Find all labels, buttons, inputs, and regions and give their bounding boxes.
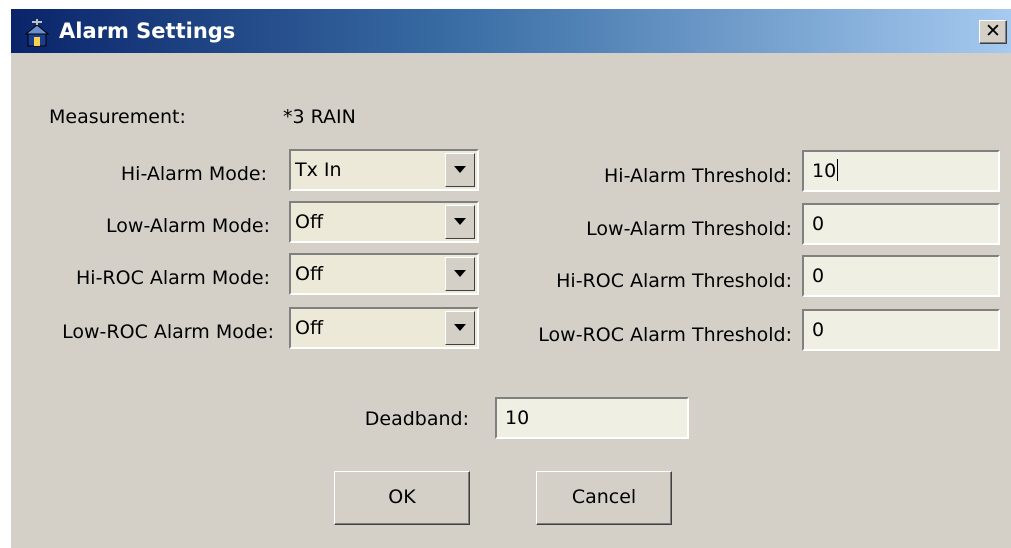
hi-alarm-mode-label: Hi-Alarm Mode: bbox=[120, 163, 267, 185]
low-alarm-threshold-value: 0 bbox=[812, 213, 825, 235]
alarm-settings-dialog: Alarm Settings ✕ Measurement: *3 RAIN Hi… bbox=[10, 8, 1011, 548]
low-roc-alarm-threshold-label: Low-ROC Alarm Threshold: bbox=[538, 324, 792, 346]
cancel-button[interactable]: Cancel bbox=[536, 471, 672, 525]
hi-roc-alarm-mode-dropdown-button[interactable] bbox=[445, 257, 475, 291]
ok-button[interactable]: OK bbox=[334, 471, 470, 525]
low-roc-alarm-mode-label: Low-ROC Alarm Mode: bbox=[62, 321, 274, 343]
hi-roc-alarm-threshold-label: Hi-ROC Alarm Threshold: bbox=[556, 270, 792, 292]
chevron-down-icon bbox=[454, 166, 466, 173]
low-roc-alarm-mode-dropdown-button[interactable] bbox=[445, 311, 475, 345]
low-roc-alarm-threshold-value: 0 bbox=[812, 319, 825, 341]
low-alarm-mode-label: Low-Alarm Mode: bbox=[106, 215, 270, 237]
hi-alarm-threshold-value: 10 bbox=[812, 160, 837, 182]
hi-roc-alarm-mode-value: Off bbox=[295, 263, 324, 285]
low-alarm-mode-dropdown-button[interactable] bbox=[445, 205, 475, 239]
low-alarm-threshold-field[interactable]: 0 bbox=[802, 203, 1000, 245]
low-roc-alarm-mode-select[interactable]: Off bbox=[289, 307, 479, 349]
chevron-down-icon bbox=[454, 270, 466, 277]
hi-roc-alarm-threshold-value: 0 bbox=[812, 265, 825, 287]
hi-alarm-mode-dropdown-button[interactable] bbox=[445, 153, 475, 187]
close-button[interactable]: ✕ bbox=[979, 20, 1007, 44]
close-icon: ✕ bbox=[985, 20, 1001, 42]
low-alarm-mode-select[interactable]: Off bbox=[289, 201, 479, 243]
hi-alarm-threshold-field[interactable]: 10 bbox=[802, 150, 1000, 192]
hi-alarm-threshold-label: Hi-Alarm Threshold: bbox=[604, 165, 792, 187]
deadband-value: 10 bbox=[505, 407, 530, 429]
low-alarm-threshold-label: Low-Alarm Threshold: bbox=[586, 218, 792, 240]
measurement-label: Measurement: bbox=[49, 106, 186, 128]
low-roc-alarm-mode-value: Off bbox=[295, 317, 324, 339]
window-title: Alarm Settings bbox=[59, 19, 236, 43]
chevron-down-icon bbox=[454, 324, 466, 331]
antenna-house-icon bbox=[25, 19, 50, 47]
hi-roc-alarm-threshold-field[interactable]: 0 bbox=[802, 255, 1000, 297]
hi-roc-alarm-mode-select[interactable]: Off bbox=[289, 253, 479, 295]
text-caret bbox=[837, 159, 839, 181]
hi-alarm-mode-value: Tx In bbox=[295, 159, 342, 181]
measurement-value: *3 RAIN bbox=[283, 106, 356, 128]
low-alarm-mode-value: Off bbox=[295, 211, 324, 233]
hi-roc-alarm-mode-label: Hi-ROC Alarm Mode: bbox=[76, 267, 270, 289]
chevron-down-icon bbox=[454, 218, 466, 225]
low-roc-alarm-threshold-field[interactable]: 0 bbox=[802, 309, 1000, 351]
deadband-field[interactable]: 10 bbox=[495, 397, 689, 439]
hi-alarm-mode-select[interactable]: Tx In bbox=[289, 149, 479, 191]
title-bar[interactable]: Alarm Settings ✕ bbox=[11, 9, 1011, 53]
deadband-label: Deadband: bbox=[364, 408, 469, 430]
